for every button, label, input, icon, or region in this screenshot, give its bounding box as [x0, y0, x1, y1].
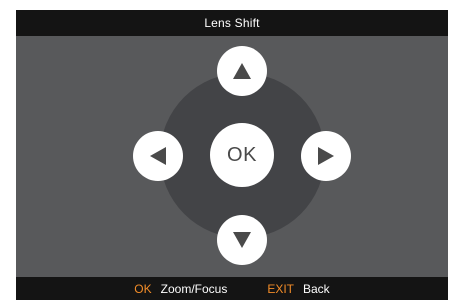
shift-down-button[interactable]: [217, 215, 267, 265]
arrow-left-icon: [150, 147, 166, 165]
ok-button-label: OK: [227, 143, 257, 166]
shift-up-button[interactable]: [217, 46, 267, 96]
exit-key-hint: EXIT: [267, 281, 294, 296]
ok-key-hint: OK: [134, 281, 152, 296]
shift-right-button[interactable]: [301, 131, 351, 181]
lens-shift-screen: Lens Shift OK OK Zoom/Focus EXIT Back: [16, 10, 448, 300]
arrow-up-icon: [233, 63, 251, 79]
ok-action-hint: Zoom/Focus: [160, 281, 228, 296]
ok-button[interactable]: OK: [210, 123, 274, 187]
shift-left-button[interactable]: [133, 131, 183, 181]
arrow-right-icon: [318, 147, 334, 165]
arrow-down-icon: [233, 232, 251, 248]
key-hint-bar: OK Zoom/Focus EXIT Back: [16, 277, 448, 300]
page-title: Lens Shift: [204, 16, 260, 30]
exit-action-hint: Back: [303, 281, 330, 296]
title-bar: Lens Shift: [16, 10, 448, 36]
